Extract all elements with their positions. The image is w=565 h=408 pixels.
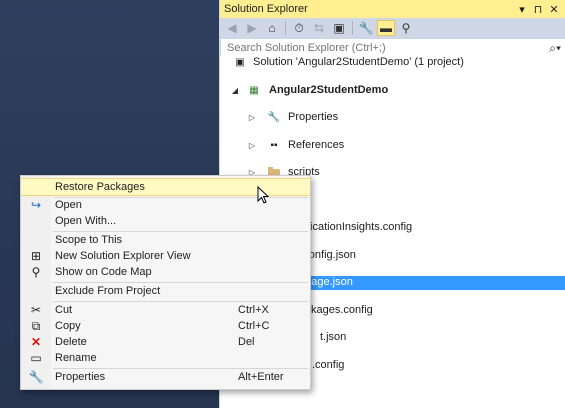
- scissors-icon: ✂: [30, 303, 42, 317]
- home-icon[interactable]: ⌂: [263, 20, 281, 36]
- context-menu: Restore Packages ↪ Open Open With... Sco…: [20, 175, 311, 390]
- menu-item-shortcut: Alt+Enter: [238, 371, 284, 383]
- expanded-arrow-icon[interactable]: ◢: [230, 84, 240, 98]
- toolbar-separator: [352, 21, 353, 35]
- code-map-icon: ⚲: [31, 265, 41, 279]
- menu-item-shortcut: Del: [238, 336, 255, 348]
- new-view-icon: ⊞: [30, 249, 42, 263]
- open-arrow-icon: ↪: [30, 198, 42, 212]
- properties-wrench-icon[interactable]: 🔧: [357, 20, 375, 36]
- menu-item-cut[interactable]: ✂ Cut Ctrl+X: [21, 302, 310, 318]
- menu-item-label: Open With...: [55, 215, 117, 227]
- tree-item-references[interactable]: ▷ ▪▪ References: [220, 139, 565, 153]
- project-icon: ▦: [249, 84, 259, 96]
- menu-item-label: Show on Code Map: [55, 266, 152, 278]
- pending-changes-icon[interactable]: ⏱: [290, 20, 308, 36]
- menu-item-rename[interactable]: ▭ Rename: [21, 350, 310, 366]
- menu-item-label: Properties: [55, 371, 106, 383]
- menu-item-shortcut: Ctrl+C: [238, 320, 270, 332]
- tree-item-label: Properties: [288, 111, 339, 123]
- menu-item-label: Copy: [55, 320, 81, 332]
- preview-selected-icon[interactable]: ▬: [377, 20, 395, 36]
- search-box[interactable]: ⌕▾: [220, 38, 565, 58]
- wrench-icon: 🔧: [267, 112, 281, 124]
- tree-item-label: Solution 'Angular2StudentDemo' (1 projec…: [253, 56, 464, 68]
- menu-item-exclude[interactable]: Exclude From Project: [21, 283, 310, 299]
- tree-item-label: Angular2StudentDemo: [269, 83, 389, 96]
- solution-explorer-toolbar: ◀ ▶ ⌂ ⏱ ⇆ ▣ 🔧 ▬ ⚲: [220, 18, 565, 38]
- sync-icon[interactable]: ⇆: [310, 20, 328, 36]
- rename-icon: ▭: [30, 351, 42, 365]
- menu-item-delete[interactable]: ✕ Delete Del: [21, 334, 310, 350]
- menu-item-label: New Solution Explorer View: [55, 250, 191, 262]
- wrench-icon: 🔧: [28, 370, 44, 384]
- tree-item-solution[interactable]: ▣ Solution 'Angular2StudentDemo' (1 proj…: [220, 56, 565, 70]
- menu-item-label: Cut: [55, 304, 73, 316]
- panel-title: Solution Explorer: [224, 3, 308, 15]
- solution-icon: ▣: [235, 57, 245, 69]
- tree-item-label: t.json: [320, 331, 347, 343]
- menu-item-open-with[interactable]: Open With...: [21, 213, 310, 229]
- menu-item-shortcut: Ctrl+X: [238, 304, 269, 316]
- menu-item-label: Rename: [55, 352, 97, 364]
- menu-item-label: Exclude From Project: [55, 285, 161, 297]
- tree-item-project[interactable]: ◢ ▦ Angular2StudentDemo: [220, 84, 565, 98]
- copy-icon: ⧉: [31, 318, 41, 333]
- mouse-cursor-icon: [257, 186, 270, 204]
- code-map-icon[interactable]: ⚲: [397, 20, 415, 36]
- menu-item-properties[interactable]: 🔧 Properties Alt+Enter: [21, 369, 310, 385]
- menu-item-copy[interactable]: ⧉ Copy Ctrl+C: [21, 318, 310, 334]
- menu-item-label: Restore Packages: [55, 181, 145, 193]
- menu-item-code-map[interactable]: ⚲ Show on Code Map: [21, 264, 310, 280]
- collapse-all-icon[interactable]: ▣: [330, 20, 348, 36]
- search-input[interactable]: [225, 41, 550, 55]
- dropdown-icon[interactable]: ▾: [514, 3, 530, 16]
- menu-item-scope-to-this[interactable]: Scope to This: [21, 232, 310, 248]
- menu-item-label: Delete: [55, 336, 87, 348]
- pin-icon[interactable]: ⊓: [530, 3, 546, 16]
- tree-item-label: kages.config: [311, 303, 373, 316]
- references-icon: ▪▪: [270, 139, 278, 151]
- forward-icon[interactable]: ▶: [243, 20, 261, 36]
- toolbar-separator: [285, 21, 286, 35]
- solution-explorer-titlebar: Solution Explorer ▾ ⊓ ✕: [220, 0, 565, 18]
- menu-item-label: Scope to This: [55, 234, 123, 246]
- back-icon[interactable]: ◀: [223, 20, 241, 36]
- collapsed-arrow-icon[interactable]: ▷: [247, 111, 257, 125]
- close-icon[interactable]: ✕: [546, 3, 562, 16]
- tree-item-properties[interactable]: ▷ 🔧 Properties: [220, 111, 565, 125]
- tree-item-label: .config: [312, 358, 345, 371]
- menu-item-new-view[interactable]: ⊞ New Solution Explorer View: [21, 248, 310, 264]
- collapsed-arrow-icon[interactable]: ▷: [247, 139, 257, 153]
- tree-item-label: References: [288, 138, 345, 151]
- menu-item-label: Open: [55, 199, 82, 211]
- search-icon[interactable]: ⌕▾: [549, 41, 561, 56]
- delete-x-icon: ✕: [30, 335, 42, 349]
